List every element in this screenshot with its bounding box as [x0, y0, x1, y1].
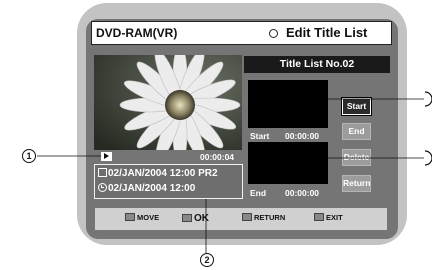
callout-4-partial: [424, 150, 432, 166]
callout-2: 2: [200, 253, 214, 267]
callout-lines: [37, 91, 432, 253]
callout-1: 1: [22, 149, 36, 163]
callout-3-partial: [424, 91, 432, 107]
